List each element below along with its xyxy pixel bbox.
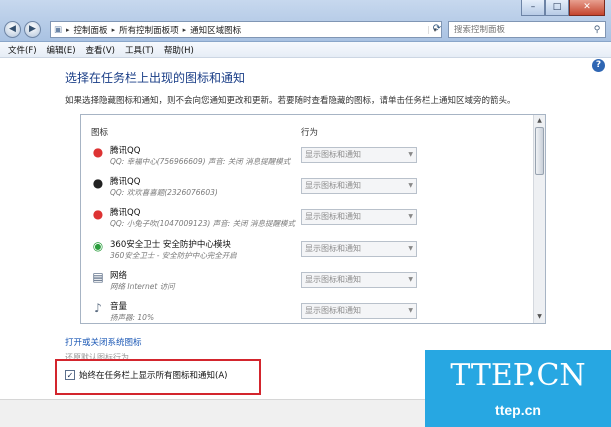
scroll-up-icon[interactable]: ▲ (534, 115, 545, 127)
item-name: 360安全卫士 安全防护中心模块 (110, 240, 231, 250)
behavior-value: 显示图标和通知 (305, 181, 361, 190)
forward-button[interactable]: ▶ (24, 21, 41, 38)
qq-penguin-icon: ● (92, 176, 104, 190)
behavior-value: 显示图标和通知 (305, 244, 361, 253)
behavior-select[interactable]: 显示图标和通知 ▼ (301, 178, 417, 194)
item-description: 网络 Internet 访问 (110, 282, 175, 291)
behavior-select[interactable]: 显示图标和通知 ▼ (301, 209, 417, 225)
list-item[interactable]: ♪ 音量 扬声器: 10% 显示图标和通知 ▼ (81, 297, 531, 323)
toggle-system-icons-link[interactable]: 打开或关闭系统图标 (65, 336, 142, 348)
window-controls: – □ ✕ (521, 0, 605, 16)
icon-behavior-list[interactable]: 图标 行为 ● 腾讯QQ QQ: 幸福中心(756966609) 声音: 关闭 … (80, 114, 546, 324)
page-title: 选择在任务栏上出现的图标和通知 (65, 71, 246, 85)
qq-penguin-icon: ● (92, 145, 104, 159)
menu-edit[interactable]: 编辑(E) (47, 44, 76, 56)
qq-penguin-icon: ● (92, 207, 104, 221)
refresh-icon[interactable]: ⟳ (430, 22, 444, 37)
close-button[interactable]: ✕ (569, 0, 605, 16)
breadcrumb-all-items[interactable]: 所有控制面板项 (116, 24, 182, 36)
list-item[interactable]: ● 腾讯QQ QQ: 小兔子吹(1047009123) 声音: 关闭 消息提醒模… (81, 203, 531, 231)
behavior-select[interactable]: 显示图标和通知 ▼ (301, 241, 417, 257)
menu-view[interactable]: 查看(V) (86, 44, 115, 56)
main-content: ? 选择在任务栏上出现的图标和通知 如果选择隐藏图标和通知，则不会向您通知更改和… (0, 59, 611, 399)
list-scrollbar[interactable]: ▲ ▼ (533, 115, 545, 323)
maximize-button[interactable]: □ (545, 0, 569, 16)
minimize-button[interactable]: – (521, 0, 545, 16)
item-name: 音量 (110, 302, 128, 312)
item-name: 腾讯QQ (110, 146, 141, 156)
behavior-select[interactable]: 显示图标和通知 ▼ (301, 147, 417, 163)
chevron-down-icon: ▼ (408, 182, 413, 189)
360-shield-icon: ◉ (92, 239, 104, 253)
behavior-value: 显示图标和通知 (305, 212, 361, 221)
network-icon: ▤ (92, 270, 104, 284)
title-bar: – □ ✕ ◀ ▶ ▣ ▸ 控制面板 ▸ 所有控制面板项 ▸ 通知区域图标 ▾ … (0, 0, 611, 42)
breadcrumb-notification-icons[interactable]: 通知区域图标 (187, 24, 244, 36)
menu-help[interactable]: 帮助(H) (164, 44, 194, 56)
behavior-value: 显示图标和通知 (305, 275, 361, 284)
watermark: TTEP.CN ttep.cn (425, 350, 611, 427)
page-description: 如果选择隐藏图标和通知，则不会向您通知更改和更新。若要随时查看隐藏的图标，请单击… (65, 96, 516, 106)
list-item[interactable]: ● 腾讯QQ QQ: 幸福中心(756966609) 声音: 关闭 消息提醒模式… (81, 141, 531, 169)
watermark-sub-text: ttep.cn (495, 402, 541, 418)
behavior-select[interactable]: 显示图标和通知 ▼ (301, 303, 417, 319)
list-item[interactable]: ▤ 网络 网络 Internet 访问 显示图标和通知 ▼ (81, 266, 531, 294)
item-description: QQ: 欢欢喜喜题(2326076603) (110, 188, 218, 197)
search-input[interactable] (449, 24, 589, 35)
column-header-behavior: 行为 (301, 128, 319, 138)
chevron-down-icon: ▼ (408, 276, 413, 283)
column-header-icon: 图标 (91, 128, 109, 138)
list-item[interactable]: ◉ 360安全卫士 安全防护中心模块 360安全卫士 - 安全防护中心完全开启 … (81, 235, 531, 263)
item-description: QQ: 幸福中心(756966609) 声音: 关闭 消息提醒模式 (110, 157, 291, 166)
behavior-value: 显示图标和通知 (305, 150, 361, 159)
help-icon[interactable]: ? (592, 59, 605, 72)
menu-bar: 文件(F) 编辑(E) 查看(V) 工具(T) 帮助(H) (0, 42, 611, 58)
menu-tools[interactable]: 工具(T) (125, 44, 154, 56)
search-box[interactable]: ⚲ (448, 21, 606, 38)
chevron-down-icon: ▼ (408, 307, 413, 314)
chevron-down-icon: ▼ (408, 213, 413, 220)
breadcrumb-control-panel[interactable]: 控制面板 (71, 24, 111, 36)
volume-icon: ♪ (94, 301, 102, 315)
chevron-down-icon: ▼ (408, 151, 413, 158)
item-name: 腾讯QQ (110, 177, 141, 187)
item-description: 扬声器: 10% (110, 313, 155, 322)
scroll-down-icon[interactable]: ▼ (534, 311, 545, 323)
menu-file[interactable]: 文件(F) (8, 44, 37, 56)
item-description: 360安全卫士 - 安全防护中心完全开启 (110, 251, 237, 260)
watermark-main-text: TTEP.CN (450, 358, 586, 393)
item-name: 网络 (110, 271, 128, 281)
item-description: QQ: 小兔子吹(1047009123) 声音: 关闭 消息提醒模式 (110, 219, 295, 228)
folder-icon: ▣ (54, 24, 63, 35)
scroll-thumb[interactable] (535, 127, 544, 175)
behavior-select[interactable]: 显示图标和通知 ▼ (301, 272, 417, 288)
behavior-value: 显示图标和通知 (305, 306, 361, 315)
item-name: 腾讯QQ (110, 208, 141, 218)
back-button[interactable]: ◀ (4, 21, 21, 38)
highlight-box (55, 359, 261, 395)
chevron-down-icon: ▼ (408, 245, 413, 252)
search-icon[interactable]: ⚲ (589, 25, 605, 35)
address-bar[interactable]: ▣ ▸ 控制面板 ▸ 所有控制面板项 ▸ 通知区域图标 ▾ (50, 21, 442, 38)
list-item[interactable]: ● 腾讯QQ QQ: 欢欢喜喜题(2326076603) 显示图标和通知 ▼ (81, 172, 531, 200)
